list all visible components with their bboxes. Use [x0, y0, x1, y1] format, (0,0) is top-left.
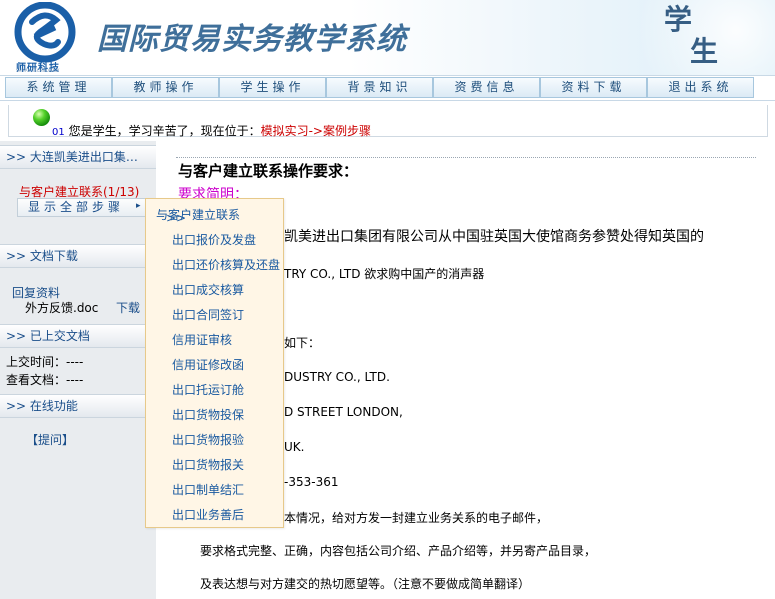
location-text: 01 您是学生，学习辛苦了，现在位于：模拟实习->案例步骤	[52, 122, 371, 139]
step-item-11[interactable]: 出口货物报关	[146, 451, 283, 475]
sidebar-submit-time: 上交时间：----	[6, 353, 83, 370]
content-paragraph-4: 本情况，给对方发一封建立业务关系的电子邮件，	[284, 511, 549, 525]
content-address-3: UK.	[284, 440, 305, 454]
submenu-arrow-icon: ▸	[136, 201, 141, 211]
role-char-1: 学	[664, 3, 693, 36]
location-greeting: 您是学生，学习辛苦了，现在位于：	[68, 124, 261, 138]
content-address-1: DUSTRY CO., LTD.	[284, 370, 390, 384]
content-paragraph-2: TRY CO., LTD 欲求购中国产的消声器	[284, 267, 485, 281]
content-paragraph-5: 要求格式完整、正确，内容包括公司介绍、产品介绍等，并另寄产品目录，	[200, 544, 597, 558]
status-ball-icon	[33, 109, 50, 126]
nav-background-knowledge[interactable]: 背景知识	[326, 77, 433, 98]
role-mark: 学 生	[664, 4, 718, 68]
sidebar-file-name: 外方反馈.doc	[25, 301, 99, 315]
sidebar-submitted-header[interactable]: >> 已上交文档	[0, 324, 156, 348]
question-link[interactable]: 【提问】	[26, 431, 74, 448]
step-item-4[interactable]: 出口成交核算	[146, 276, 283, 300]
sidebar-online-header[interactable]: >> 在线功能	[0, 394, 156, 418]
sidebar-docs-header[interactable]: >> 文档下载	[0, 244, 156, 268]
submit-time-value: ----	[66, 355, 84, 369]
logo-subtext: SHIYAN TECHNOLOGY	[16, 68, 60, 73]
step-item-13[interactable]: 出口业务善后	[146, 501, 283, 525]
location-path: 模拟实习->案例步骤	[260, 124, 371, 138]
step-item-8[interactable]: 出口托运订舱	[146, 376, 283, 400]
step-item-1[interactable]: >> 与客户建立联系	[146, 201, 283, 225]
step-item-9[interactable]: 出口货物投保	[146, 401, 283, 425]
nav-student-operations[interactable]: 学生操作	[219, 77, 326, 98]
content-paragraph-3: 如下：	[284, 336, 321, 350]
location-number: 01	[52, 127, 65, 138]
role-char-2: 生	[690, 35, 719, 68]
header-banner: 师研科技 SHIYAN TECHNOLOGY 国际贸易实务教学系统 学 生	[0, 0, 775, 76]
content-paragraph-6: 及表达想与对方建交的热切愿望等。（注意不要做成简单翻译）	[200, 577, 531, 591]
nav-system-management[interactable]: 系统管理	[5, 77, 112, 98]
nav-downloads[interactable]: 资料下载	[540, 77, 647, 98]
step-item-6[interactable]: 信用证审核	[146, 326, 283, 350]
main-nav: 系统管理 教师操作 学生操作 背景知识 资费信息 资料下载 退出系统	[0, 77, 775, 100]
sidebar-download-link[interactable]: 下载	[116, 299, 140, 316]
step-item-12[interactable]: 出口制单结汇	[146, 476, 283, 500]
view-doc-label: 查看文档：	[6, 373, 67, 387]
step-item-3[interactable]: 出口还价核算及还盘	[146, 251, 283, 275]
nav-exit-system[interactable]: 退出系统	[647, 77, 754, 98]
content-address-4: -353-361	[284, 475, 339, 489]
sidebar-company-header[interactable]: >> 大连凯美进出口集…	[0, 145, 156, 169]
steps-dropdown-menu: >> 与客户建立联系 出口报价及发盘 出口还价核算及还盘 出口成交核算 出口合同…	[145, 198, 284, 528]
nav-fee-info[interactable]: 资费信息	[433, 77, 540, 98]
show-all-steps-button[interactable]: 显示全部步骤	[17, 198, 155, 217]
step-item-10[interactable]: 出口货物报验	[146, 426, 283, 450]
step-item-5[interactable]: 出口合同签订	[146, 301, 283, 325]
sidebar-view-doc: 查看文档：----	[6, 371, 83, 388]
content-divider	[176, 157, 756, 158]
submit-time-label: 上交时间：	[6, 355, 67, 369]
nav-teacher-operations[interactable]: 教师操作	[112, 77, 219, 98]
step-item-7[interactable]: 信用证修改函	[146, 351, 283, 375]
view-doc-value: ----	[66, 373, 84, 387]
content-address-2: D STREET LONDON,	[284, 405, 403, 419]
system-title: 国际贸易实务教学系统	[97, 22, 407, 57]
content-title: 与客户建立联系操作要求：	[178, 162, 359, 180]
step-item-2[interactable]: 出口报价及发盘	[146, 226, 283, 250]
step-arrow-icon: >>	[166, 211, 187, 225]
content-paragraph-1: 凯美进出口集团有限公司从中国驻英国大使馆商务参赞处得知英国的	[284, 229, 704, 245]
